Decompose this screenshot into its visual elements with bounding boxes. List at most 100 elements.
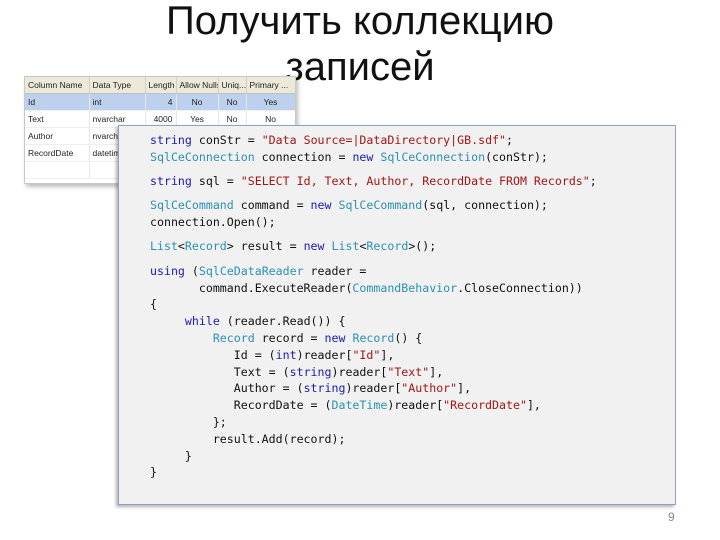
code-type: List: [331, 239, 360, 254]
code-line: while (reader.Read()) {: [150, 313, 675, 330]
header-unique[interactable]: Uniq...: [218, 77, 247, 94]
code-text: Id = (: [150, 347, 276, 362]
code-text: command.ExecuteReader(: [150, 280, 353, 295]
code-type: SqlCeDataReader: [198, 263, 304, 278]
code-line: RecordDate = (DateTime)reader["RecordDat…: [150, 397, 675, 414]
code-text: Author = (: [150, 381, 304, 396]
code-text: Text = (: [150, 364, 290, 379]
code-text: )reader[: [331, 364, 388, 379]
code-keyword: new: [352, 149, 374, 164]
cell-column-name[interactable]: [25, 161, 90, 179]
code-text: ],: [457, 381, 472, 396]
code-text: (conStr);: [485, 149, 548, 164]
code-line: }: [150, 464, 675, 481]
code-text: command =: [233, 198, 311, 213]
code-listing: string conStr = "Data Source=|DataDirect…: [118, 125, 676, 505]
code-line: using (SqlCeDataReader reader =: [150, 263, 675, 280]
cell-column-name[interactable]: RecordDate: [25, 144, 90, 162]
code-text: <: [177, 239, 185, 254]
cell-allow-nulls[interactable]: No: [176, 93, 219, 111]
code-spacer: [150, 255, 675, 263]
code-line: Author = (string)reader["Author"],: [150, 380, 675, 397]
code-type: Record: [366, 239, 409, 254]
code-text: ],: [429, 364, 444, 379]
code-text: )reader[: [296, 347, 353, 362]
code-line: string sql = "SELECT Id, Text, Author, R…: [150, 173, 675, 190]
code-type: Record: [212, 330, 255, 345]
code-text: };: [150, 414, 227, 429]
code-type: SqlCeConnection: [150, 149, 255, 164]
code-text: ;: [506, 133, 513, 147]
cell-primary-key[interactable]: Yes: [246, 93, 295, 111]
code-type: SqlCeConnection: [380, 149, 486, 164]
header-allow-nulls[interactable]: Allow Nulls: [176, 77, 219, 94]
code-text: conStr =: [191, 133, 262, 147]
code-line: command.ExecuteReader(CommandBehavior.Cl…: [150, 280, 675, 297]
code-keyword: string: [303, 381, 346, 396]
code-spacer: [150, 231, 675, 239]
code-text: (sql, connection);: [422, 198, 548, 213]
table-row[interactable]: Id int 4 No No Yes: [25, 93, 295, 111]
code-text: (: [184, 263, 199, 278]
code-text: ],: [526, 398, 541, 413]
code-text: > result =: [226, 239, 304, 254]
code-string: "RecordDate": [443, 398, 527, 413]
cell-data-type[interactable]: int: [89, 93, 146, 111]
code-text: )reader[: [345, 381, 402, 396]
code-line: Record record = new Record() {: [150, 330, 675, 347]
code-line: List<Record> result = new List<Record>()…: [150, 238, 675, 255]
code-line: result.Add(record);: [150, 431, 675, 448]
code-text: () {: [394, 330, 423, 345]
code-line: }: [150, 448, 675, 465]
code-line: string conStr = "Data Source=|DataDirect…: [150, 132, 675, 149]
code-keyword: new: [310, 198, 332, 213]
code-text: }: [150, 448, 192, 463]
header-column-name[interactable]: Column Name: [25, 77, 90, 94]
header-data-type[interactable]: Data Type: [89, 77, 146, 94]
code-line: Id = (int)reader["Id"],: [150, 347, 675, 364]
code-text: }: [150, 465, 157, 480]
code-keyword: new: [324, 330, 346, 345]
cell-column-name[interactable]: Text: [25, 110, 90, 128]
code-keyword: string: [150, 174, 192, 189]
title-line-1: Получить коллекцию: [166, 0, 554, 43]
code-line: connection.Open();: [150, 214, 675, 231]
code-text: connection.Open();: [150, 215, 276, 230]
code-keyword: string: [150, 133, 192, 147]
code-line: {: [150, 296, 675, 313]
code-block: string conStr = "Data Source=|DataDirect…: [119, 126, 675, 481]
code-text: result.Add(record);: [150, 431, 346, 446]
code-keyword: while: [184, 314, 220, 329]
code-text: connection =: [254, 149, 353, 164]
code-string: "SELECT Id, Text, Author, RecordDate FRO…: [240, 174, 590, 189]
code-type: SqlCeCommand: [150, 198, 234, 213]
code-text: RecordDate = (: [150, 398, 332, 413]
code-line: };: [150, 414, 675, 431]
code-type: List: [150, 239, 178, 254]
code-text: {: [150, 297, 157, 312]
code-line: SqlCeConnection connection = new SqlCeCo…: [150, 149, 675, 166]
code-text: ],: [380, 347, 395, 362]
page-number: 9: [668, 510, 675, 524]
code-string: "Author": [401, 381, 458, 396]
code-string: "Data Source=|DataDirectory|GB.sdf": [261, 133, 507, 147]
code-type: SqlCeCommand: [338, 198, 423, 213]
code-text: .CloseConnection)): [457, 280, 583, 295]
cell-unique[interactable]: No: [218, 93, 247, 111]
code-text: )reader[: [387, 398, 444, 413]
cell-column-name[interactable]: Author: [25, 127, 90, 145]
cell-column-name[interactable]: Id: [25, 93, 90, 111]
header-length[interactable]: Length: [145, 77, 177, 94]
code-text: sql =: [191, 174, 241, 189]
code-type: Record: [184, 239, 227, 254]
cell-length[interactable]: 4: [145, 93, 177, 111]
schema-header-row: Column Name Data Type Length Allow Nulls…: [25, 77, 295, 94]
code-text: ;: [589, 174, 597, 189]
code-text: (reader.Read()) {: [219, 314, 346, 329]
header-primary-key[interactable]: Primary ...: [246, 77, 295, 94]
code-text: record =: [254, 330, 325, 345]
code-spacer: [150, 166, 675, 174]
code-line: SqlCeCommand command = new SqlCeCommand(…: [150, 197, 675, 214]
